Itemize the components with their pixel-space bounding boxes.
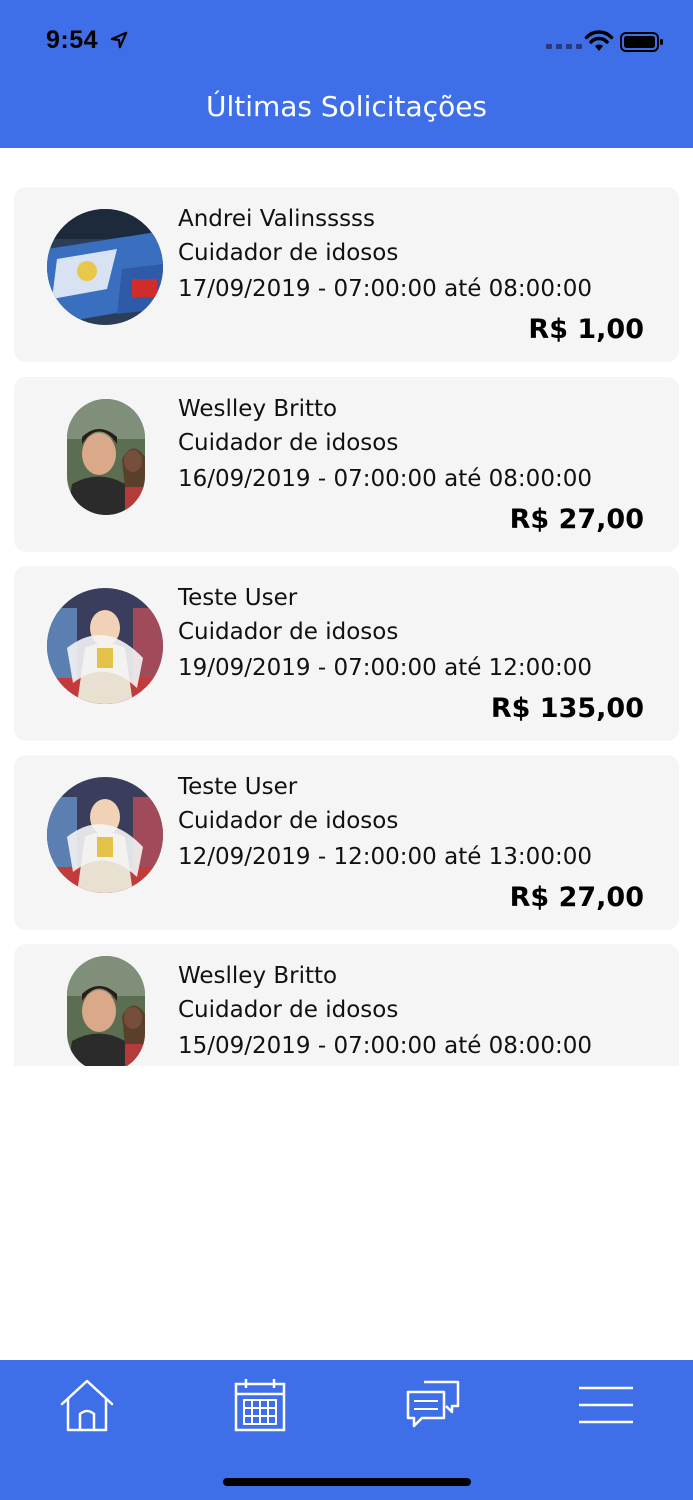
location-arrow-icon: [110, 31, 128, 49]
top-bar: 9:54 Últimas Solicitações: [0, 0, 693, 148]
requester-name: Weslley Britto: [178, 963, 338, 989]
page-title: Últimas Solicitações: [205, 90, 488, 123]
wifi-icon: [584, 30, 614, 51]
request-card[interactable]: Andrei Valinsssss Cuidador de idosos 17/…: [14, 187, 679, 362]
service-type: Cuidador de idosos: [178, 808, 399, 834]
request-card[interactable]: Weslley Britto Cuidador de idosos 15/09/…: [14, 944, 679, 1066]
request-date: 17/09/2019 - 07:00:00 até 08:00:00: [178, 276, 592, 302]
request-card[interactable]: Teste User Cuidador de idosos 19/09/2019…: [14, 566, 679, 741]
request-price: R$ 135,00: [490, 693, 644, 724]
avatar: [47, 777, 163, 893]
request-date: 15/09/2019 - 07:00:00 até 08:00:00: [178, 1033, 592, 1059]
service-type: Cuidador de idosos: [178, 430, 399, 456]
menu-icon: [579, 1386, 633, 1424]
request-price: R$ 27,00: [509, 504, 644, 535]
home-icon: [60, 1379, 114, 1432]
calendar-icon: [234, 1379, 286, 1432]
request-card[interactable]: Weslley Britto Cuidador de idosos 16/09/…: [14, 377, 679, 552]
service-type: Cuidador de idosos: [178, 619, 399, 645]
tab-menu[interactable]: [566, 1370, 646, 1440]
cellular-signal-icon: [546, 44, 582, 49]
avatar: [67, 956, 145, 1066]
request-date: 19/09/2019 - 07:00:00 até 12:00:00: [178, 655, 592, 681]
tab-chat[interactable]: [393, 1370, 473, 1440]
home-indicator: [223, 1478, 471, 1486]
tab-home[interactable]: [47, 1370, 127, 1440]
avatar: [47, 209, 163, 325]
requester-name: Andrei Valinsssss: [178, 206, 376, 232]
tab-bar: [0, 1360, 693, 1500]
requester-name: Teste User: [178, 585, 298, 611]
requester-name: Weslley Britto: [178, 396, 338, 422]
service-type: Cuidador de idosos: [178, 997, 399, 1023]
request-date: 12/09/2019 - 12:00:00 até 13:00:00: [178, 844, 592, 870]
request-price: R$ 27,00: [509, 882, 644, 913]
avatar: [47, 588, 163, 704]
requests-list[interactable]: Andrei Valinsssss Cuidador de idosos 17/…: [0, 148, 693, 1066]
battery-icon: [620, 32, 663, 52]
chat-icon: [406, 1380, 460, 1428]
service-type: Cuidador de idosos: [178, 240, 399, 266]
request-card[interactable]: Teste User Cuidador de idosos 12/09/2019…: [14, 755, 679, 930]
tab-calendar[interactable]: [220, 1370, 300, 1440]
request-price: R$ 1,00: [528, 314, 644, 345]
requester-name: Teste User: [178, 774, 298, 800]
avatar: [67, 399, 145, 515]
request-date: 16/09/2019 - 07:00:00 até 08:00:00: [178, 466, 592, 492]
status-time: 9:54: [46, 26, 99, 54]
